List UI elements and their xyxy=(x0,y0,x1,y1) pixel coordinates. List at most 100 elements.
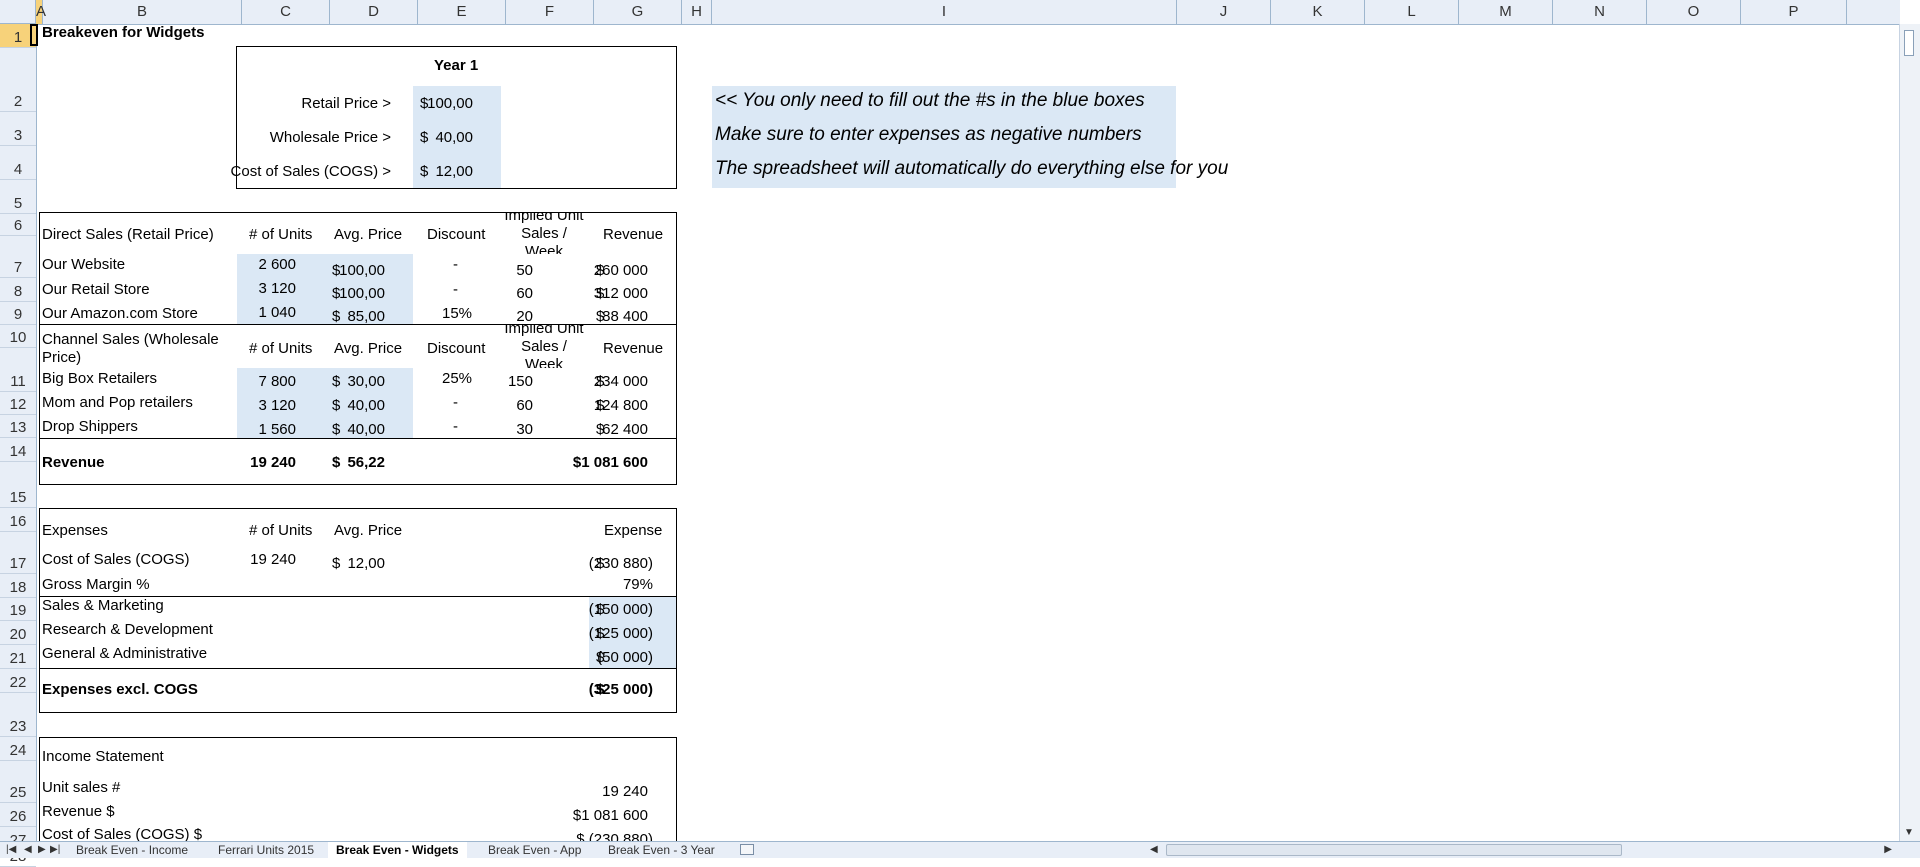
discount-value: - xyxy=(453,418,458,435)
gross-margin-label: Gross Margin % xyxy=(42,576,150,593)
units-input[interactable]: 3 120 xyxy=(258,280,296,298)
prev-sheet-icon[interactable]: ◀ xyxy=(24,842,32,858)
row-label: Big Box Retailers xyxy=(42,370,158,387)
wholesale-price-input[interactable]: 40,00 xyxy=(435,129,473,147)
direct-sales-header: Direct Sales (Retail Price) xyxy=(42,226,214,243)
price-input[interactable]: 100,00 xyxy=(339,285,385,303)
price-input[interactable]: 30,00 xyxy=(347,373,385,391)
gross-margin-value: 79% xyxy=(622,576,653,593)
revenue-value: 124 800 xyxy=(593,397,648,414)
cogs-units: 19 240 xyxy=(250,551,296,568)
sheet-grid[interactable]: Breakeven for Widgets Year 1 Retail Pric… xyxy=(0,0,1900,842)
income-statement-header: Income Statement xyxy=(42,748,164,765)
revenue-value: 312 000 xyxy=(593,285,648,302)
row-label: Drop Shippers xyxy=(42,418,138,435)
first-sheet-icon[interactable]: |◀ xyxy=(6,842,16,858)
expenses-total-value: (325 000) xyxy=(588,681,653,698)
units-input[interactable]: 7 800 xyxy=(258,373,296,391)
revenue-total-label: Revenue xyxy=(42,454,105,471)
implied-col-header: Implied Unit Sales / Week xyxy=(504,212,584,254)
sheet-tab-bar: |◀ ◀ ▶ ▶| Break Even - Income Ferrari Un… xyxy=(0,841,1920,858)
expense-input[interactable]: (50 000) xyxy=(597,649,653,667)
units-input[interactable]: 2 600 xyxy=(258,256,296,274)
next-sheet-icon[interactable]: ▶ xyxy=(38,842,46,858)
expense-col-header: Expense xyxy=(604,522,663,539)
discount-value: - xyxy=(453,394,458,411)
scroll-left-icon[interactable]: ◀ xyxy=(1150,844,1158,855)
discount-col-header: Discount xyxy=(427,340,486,357)
weekly-units: 20 xyxy=(516,308,533,325)
discount-input[interactable]: 25% xyxy=(442,370,472,388)
tab-break-even-income[interactable]: Break Even - Income xyxy=(68,842,196,858)
income-value: $1 081 600 xyxy=(572,807,648,824)
currency-symbol: $ xyxy=(332,421,341,438)
implied-col-header: Implied Unit Sales / Week xyxy=(504,325,584,368)
expense-label: Research & Development xyxy=(42,621,213,638)
tab-break-even-app[interactable]: Break Even - App xyxy=(480,842,589,858)
units-input[interactable]: 1 560 xyxy=(258,421,296,439)
divider xyxy=(39,668,677,669)
channel-sales-header-cont: Price) xyxy=(42,349,82,366)
discount-input[interactable]: 15% xyxy=(442,305,472,323)
price-col-header: Avg. Price xyxy=(334,522,403,539)
price-input[interactable]: 100,00 xyxy=(339,262,385,280)
cogs-row-label: Cost of Sales (COGS) xyxy=(42,551,190,568)
active-cell-a1[interactable] xyxy=(30,24,38,46)
expenses-total-label: Expenses excl. COGS xyxy=(42,681,198,698)
split-handle-icon[interactable] xyxy=(1904,30,1914,56)
revenue-value: 260 000 xyxy=(593,262,648,279)
income-label: Unit sales # xyxy=(42,779,121,796)
scroll-down-icon[interactable]: ▼ xyxy=(1904,827,1914,838)
income-label: Cost of Sales (COGS) $ xyxy=(42,826,203,842)
vertical-scrollbar[interactable]: ▼ xyxy=(1899,24,1920,842)
year-label: Year 1 xyxy=(434,57,479,74)
last-sheet-icon[interactable]: ▶| xyxy=(50,842,60,858)
currency-symbol: $ xyxy=(332,373,341,390)
expenses-header: Expenses xyxy=(42,522,108,539)
cogs-price: 12,00 xyxy=(347,555,385,572)
currency-symbol: $ xyxy=(332,397,341,414)
expense-input[interactable]: (125 000) xyxy=(589,625,653,643)
sheet-title: Breakeven for Widgets xyxy=(42,24,205,41)
tab-ferrari-units-2015[interactable]: Ferrari Units 2015 xyxy=(210,842,322,858)
expense-label: Sales & Marketing xyxy=(42,597,164,614)
currency-symbol: $ xyxy=(420,163,429,180)
price-input[interactable]: 40,00 xyxy=(347,421,385,439)
income-value: 19 240 xyxy=(602,783,648,800)
discount-col-header: Discount xyxy=(427,226,486,243)
price-input[interactable]: 40,00 xyxy=(347,397,385,415)
currency-symbol: $ xyxy=(332,308,341,325)
revenue-col-header: Revenue xyxy=(603,226,664,243)
insert-sheet-icon[interactable] xyxy=(740,844,754,855)
weekly-units: 50 xyxy=(516,262,533,279)
revenue-value: 88 400 xyxy=(602,308,648,325)
tab-break-even-widgets[interactable]: Break Even - Widgets xyxy=(328,842,467,858)
row-label: Our Website xyxy=(42,256,126,273)
revenue-total-price: 56,22 xyxy=(347,454,385,471)
price-input[interactable]: 85,00 xyxy=(347,308,385,326)
horizontal-scrollbar[interactable]: ◀ ▶ xyxy=(1140,842,1900,858)
income-label: Revenue $ xyxy=(42,803,115,820)
tab-break-even-3-year[interactable]: Break Even - 3 Year xyxy=(600,842,723,858)
revenue-total-value: $1 081 600 xyxy=(572,454,648,471)
horizontal-scroll-thumb[interactable] xyxy=(1166,844,1622,856)
expense-input[interactable]: (150 000) xyxy=(589,601,653,619)
note-line: Make sure to enter expenses as negative … xyxy=(715,124,1142,145)
note-line: << You only need to fill out the #s in t… xyxy=(715,90,1145,111)
revenue-col-header: Revenue xyxy=(603,340,664,357)
cogs-expense: (230 880) xyxy=(588,555,653,572)
price-col-header: Avg. Price xyxy=(334,340,403,357)
cogs-input[interactable]: 12,00 xyxy=(435,163,473,181)
discount-value: - xyxy=(453,256,458,273)
expense-label: General & Administrative xyxy=(42,645,208,662)
units-input[interactable]: 1 040 xyxy=(258,304,296,322)
currency-symbol: $ xyxy=(420,129,429,146)
units-col-header: # of Units xyxy=(249,340,313,357)
channel-sales-header: Channel Sales (Wholesale xyxy=(42,331,219,348)
wholesale-price-label: Wholesale Price > xyxy=(269,129,391,146)
discount-value: - xyxy=(453,281,458,298)
retail-price-input[interactable]: 100,00 xyxy=(427,95,473,113)
row-label: Our Retail Store xyxy=(42,281,150,298)
scroll-right-icon[interactable]: ▶ xyxy=(1884,844,1892,855)
units-input[interactable]: 3 120 xyxy=(258,397,296,415)
